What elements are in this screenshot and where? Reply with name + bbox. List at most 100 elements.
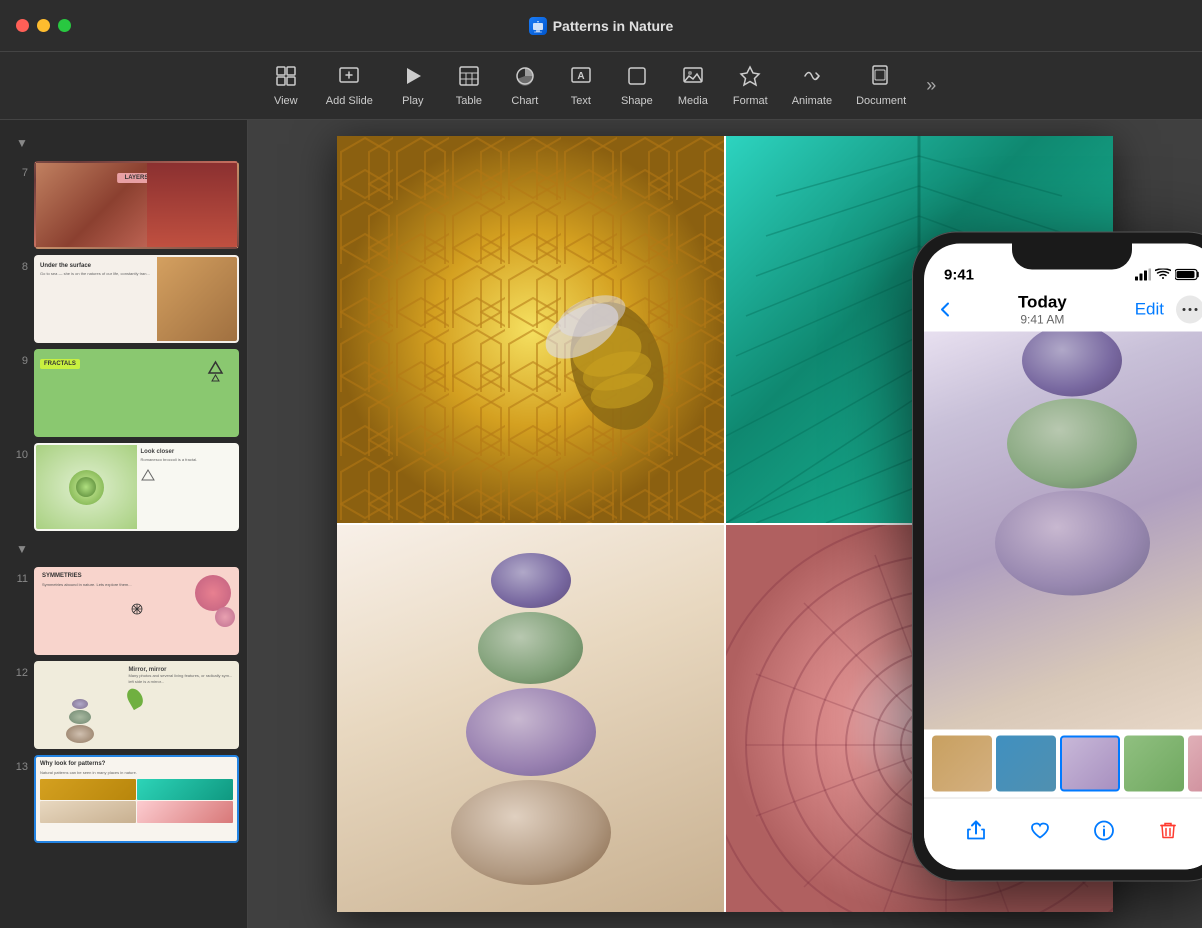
document-icon — [870, 65, 892, 91]
film-thumb-3[interactable] — [1060, 736, 1120, 792]
view-icon — [275, 65, 297, 91]
slide-11-spiral — [195, 575, 231, 627]
svg-text:A: A — [577, 71, 584, 82]
slide-12-leaf-icon — [128, 688, 233, 708]
iphone-notch — [1012, 244, 1132, 270]
slide-9-badge: FRACTALS — [40, 359, 80, 369]
slide-thumb-13[interactable]: Why look for patterns? Natural patterns … — [34, 755, 239, 843]
slide-12-u2 — [69, 710, 91, 724]
slide-10-group: 10 Look closer Romanesco broccoli is a f… — [0, 440, 247, 534]
toolbar-view[interactable]: View — [260, 59, 312, 113]
wifi-icon — [1155, 269, 1171, 284]
toolbar-shape[interactable]: Shape — [611, 59, 663, 113]
photos-back-button[interactable] — [940, 302, 950, 318]
urchin-1 — [491, 553, 571, 608]
text-icon: A — [570, 65, 592, 91]
group-7-header: ▼ — [0, 128, 247, 158]
slide-12-inner: Mirror, mirror Many photos and several l… — [36, 663, 237, 747]
close-button[interactable] — [16, 19, 29, 32]
photos-more-button[interactable] — [1176, 296, 1202, 324]
slide-13-grid — [40, 779, 233, 823]
slide-11-group: 11 SYMMETRIES Symmetries abound in natur… — [0, 564, 247, 658]
toolbar-document[interactable]: Document — [846, 59, 916, 113]
toolbar-text[interactable]: A Text — [555, 59, 607, 113]
slide-8-group: 8 Under the surface Go to sea — she is o… — [0, 252, 247, 346]
photos-album-subtitle: 9:41 AM — [1018, 313, 1067, 327]
slide-12-body: Many photos and several living features,… — [128, 673, 233, 684]
photos-info-button[interactable] — [1093, 819, 1115, 841]
slide-11-circle — [195, 575, 231, 611]
photos-filmstrip — [924, 730, 1202, 798]
maximize-button[interactable] — [58, 19, 71, 32]
document-label: Document — [856, 95, 906, 107]
slide-number-10: 10 — [8, 449, 28, 461]
slide-10-triangle-icon — [141, 468, 234, 486]
photos-main-image — [924, 332, 1202, 730]
slide-thumb-7[interactable]: LAYERS — [34, 161, 239, 249]
app-icon — [529, 17, 547, 35]
animate-icon — [801, 65, 823, 91]
toolbar-format[interactable]: Format — [723, 59, 778, 113]
slide-10-veggie-inner — [69, 470, 104, 505]
slide-13-inner: Why look for patterns? Natural patterns … — [36, 757, 237, 841]
photos-favorite-button[interactable] — [1029, 819, 1051, 841]
slide-number-12: 12 — [8, 667, 28, 679]
toolbar-media[interactable]: Media — [667, 59, 719, 113]
photos-share-button[interactable] — [965, 819, 987, 841]
film-thumb-1[interactable] — [932, 736, 992, 792]
animate-label: Animate — [792, 95, 832, 107]
slide-12-urchin-stack — [66, 699, 94, 747]
slide-thumb-11[interactable]: SYMMETRIES Symmetries abound in nature. … — [34, 567, 239, 655]
text-label: Text — [571, 95, 591, 107]
photos-delete-button[interactable] — [1157, 819, 1179, 841]
slide-12-group: 12 Mirror, mirror Many photos and severa… — [0, 658, 247, 752]
photos-action-buttons: Edit — [1135, 296, 1202, 324]
main-urchin-3 — [995, 490, 1150, 595]
slide-11-circle-2 — [215, 607, 235, 627]
traffic-lights — [16, 19, 71, 32]
window-title-area: Patterns in Nature — [529, 17, 674, 35]
slide-10-text-col: Look closer Romanesco broccoli is a frac… — [137, 445, 238, 529]
slide-7-right-panel — [147, 163, 237, 247]
slide-12-img — [36, 663, 124, 747]
collapse-arrow-7[interactable]: ▼ — [8, 132, 32, 154]
slide-13-title: Why look for patterns? — [40, 761, 233, 767]
slide-9-group: 9 FRACTALS — [0, 346, 247, 440]
slide-panel: ▼ 7 LAYERS 8 Under the surface Go to sea… — [0, 120, 248, 928]
slide-thumb-9[interactable]: FRACTALS — [34, 349, 239, 437]
toolbar-table[interactable]: Table — [443, 59, 495, 113]
slide-9-icon — [198, 357, 233, 392]
slide-thumb-12[interactable]: Mirror, mirror Many photos and several l… — [34, 661, 239, 749]
iphone-screen: 9:41 — [924, 244, 1202, 870]
photos-album-title: Today — [1018, 293, 1067, 313]
toolbar-play[interactable]: Play — [387, 59, 439, 113]
toolbar-add-slide[interactable]: Add Slide — [316, 59, 383, 113]
slide-thumb-8[interactable]: Under the surface Go to sea — she is on … — [34, 255, 239, 343]
slide-13-g1 — [40, 779, 136, 801]
toolbar: View Add Slide Play — [0, 52, 1202, 120]
urchin-4 — [451, 780, 611, 885]
toolbar-more-button[interactable]: » — [920, 69, 942, 102]
slide-number-11: 11 — [8, 573, 28, 585]
toolbar-animate[interactable]: Animate — [782, 59, 842, 113]
slide-12-u1 — [72, 699, 88, 709]
slide-12-u3 — [66, 725, 94, 743]
film-thumb-5[interactable] — [1188, 736, 1202, 792]
film-thumb-2[interactable] — [996, 736, 1056, 792]
slide-13-g4 — [137, 801, 233, 823]
slide-number-13: 13 — [8, 761, 28, 773]
photos-edit-button[interactable]: Edit — [1135, 300, 1164, 320]
slide-thumb-10[interactable]: Look closer Romanesco broccoli is a frac… — [34, 443, 239, 531]
grid-cell-honeybee — [337, 136, 724, 523]
film-thumb-4[interactable] — [1124, 736, 1184, 792]
slide-13-body: Natural patterns can be seen in many pla… — [40, 770, 233, 776]
slide-8-right — [157, 257, 237, 341]
slide-11-body: Symmetries abound in nature. Lets explor… — [42, 582, 132, 587]
urchin-3 — [466, 688, 596, 776]
iphone-frame: 9:41 — [912, 232, 1202, 882]
slide-11-star-icon — [131, 602, 143, 620]
play-icon — [402, 65, 424, 91]
collapse-arrow-11[interactable]: ▼ — [8, 538, 32, 560]
toolbar-chart[interactable]: Chart — [499, 59, 551, 113]
minimize-button[interactable] — [37, 19, 50, 32]
